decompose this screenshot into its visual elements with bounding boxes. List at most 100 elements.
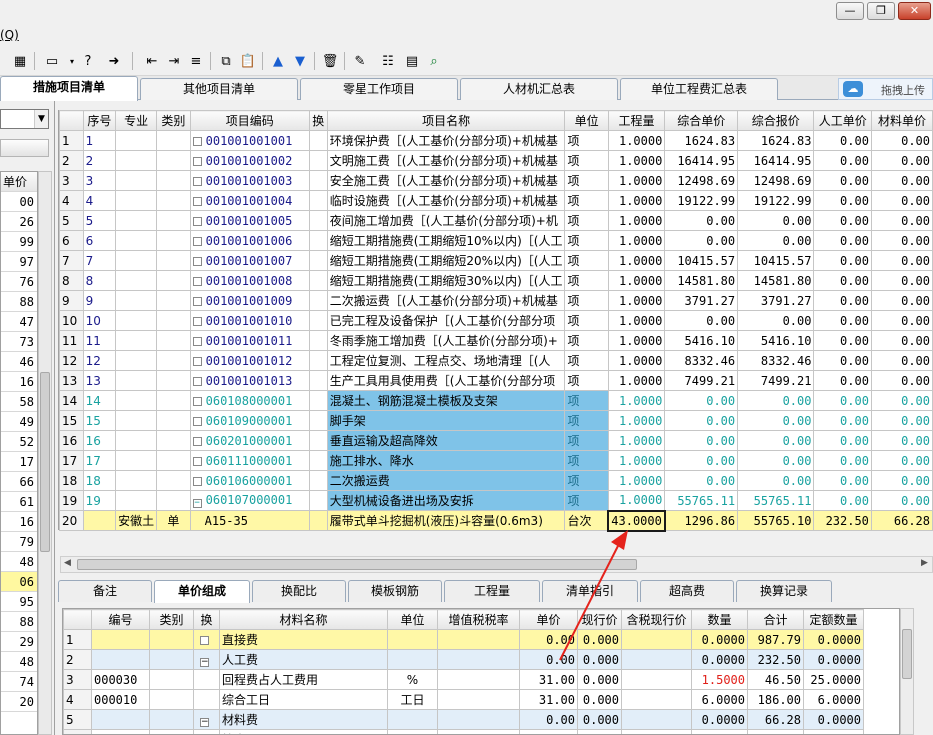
cell-name[interactable]: 缩短工期措施费(工期缩短20%以内)［(人工	[326, 250, 566, 271]
edit-pencil-icon[interactable]: ✎	[350, 51, 370, 71]
bottom-col-header[interactable]: 换	[193, 609, 220, 630]
cell-price[interactable]: 55765.11	[664, 490, 739, 511]
cell-seq[interactable]: 8	[82, 270, 117, 291]
cell-total[interactable]: 0.00	[737, 310, 815, 331]
cell-unit[interactable]: 项	[564, 410, 609, 431]
cell-price[interactable]: 3791.27	[664, 290, 739, 311]
left-grid-cell[interactable]: 88	[1, 292, 37, 312]
bottom-cell-rate[interactable]: 0.8547	[437, 729, 520, 734]
table-row[interactable]: 19 19−060107000001 大型机械设备进出场及安拆项 1.0000 5576…	[59, 490, 933, 511]
cell-price[interactable]: 0.00	[664, 230, 739, 251]
bottom-cell-taxcur[interactable]	[621, 689, 692, 710]
calculator-icon[interactable]: ▦	[10, 51, 30, 71]
bottom-cell-qty[interactable]: 0.0000	[691, 649, 748, 670]
cell-unit[interactable]: 项	[564, 250, 609, 271]
bottom-cell-swap[interactable]: −	[193, 649, 220, 670]
cell-cat[interactable]	[156, 310, 191, 331]
col-header[interactable]: 序号	[82, 110, 117, 131]
left-grid-cell[interactable]: 26	[1, 212, 37, 232]
cell-code[interactable]: 001001001007	[189, 250, 310, 271]
checkbox[interactable]	[192, 216, 202, 226]
cell-mat[interactable]: 0.00	[870, 450, 933, 471]
cell-name[interactable]: 冬雨季施工增加费［(人工基价(分部分项)+	[326, 330, 566, 351]
cell-price[interactable]: 12498.69	[664, 170, 739, 191]
bottom-cell-code[interactable]: 100715	[91, 729, 150, 734]
bottom-cell-cur[interactable]: 0.000	[577, 709, 622, 730]
cell-unit[interactable]: 项	[564, 190, 609, 211]
table-row[interactable]: 1 1 001001001001 环境保护费［(人工基价(分部分项)+机械基项 1.00…	[59, 130, 933, 151]
cell-name[interactable]: 施工排水、降水	[326, 450, 566, 471]
cell-swap[interactable]	[308, 250, 328, 271]
cell-mat[interactable]: 0.00	[870, 410, 933, 431]
cell-qty[interactable]: 1.0000	[607, 470, 666, 491]
cell-seq[interactable]: 10	[82, 310, 117, 331]
cell-unit[interactable]: 项	[564, 310, 609, 331]
cell-price[interactable]: 16414.95	[664, 150, 739, 171]
cell-labor[interactable]: 0.00	[813, 270, 872, 291]
cell-name[interactable]: 二次搬运费［(人工基价(分部分项)+机械基	[326, 290, 566, 311]
cell-labor[interactable]: 0.00	[813, 430, 872, 451]
cell-cat[interactable]	[156, 170, 191, 191]
cell-price[interactable]: 0.00	[664, 390, 739, 411]
tab-unit-price-composition[interactable]: 单价组成	[154, 580, 250, 603]
cell-prof[interactable]	[115, 270, 158, 291]
bottom-cell-code[interactable]	[91, 709, 150, 730]
cell-name[interactable]: 生产工具用具使用费［(人工基价(分部分项	[326, 370, 566, 391]
bottom-cell-sum[interactable]: 37.61	[747, 729, 804, 734]
monitor-icon[interactable]: ▭	[42, 51, 62, 71]
cell-swap[interactable]	[308, 370, 328, 391]
cell-cat[interactable]	[156, 430, 191, 451]
minimize-button[interactable]: —	[836, 2, 864, 20]
cell-code[interactable]: −060107000001	[189, 490, 310, 511]
bottom-cell-cur[interactable]: 0.000	[577, 629, 622, 650]
cell-labor[interactable]: 0.00	[813, 250, 872, 271]
cell-labor[interactable]: 0.00	[813, 490, 872, 511]
bottom-cell-sum[interactable]: 987.79	[747, 629, 804, 650]
cell-labor[interactable]: 0.00	[813, 330, 872, 351]
cell-unit[interactable]: 项	[564, 330, 609, 351]
forward-icon[interactable]: ➜	[104, 51, 124, 71]
cell-name[interactable]: 环境保护费［(人工基价(分部分项)+机械基	[326, 130, 566, 151]
cell-qty[interactable]: 1.0000	[607, 230, 666, 251]
bottom-cell-cat[interactable]	[149, 729, 194, 734]
cell-prof[interactable]	[115, 310, 158, 331]
tab-formwork-rebar[interactable]: 模板钢筋	[348, 580, 442, 602]
bottom-cell-swap[interactable]	[193, 729, 220, 734]
tab-list-guide[interactable]: 清单指引	[542, 580, 638, 602]
cell-code[interactable]: 060106000001	[189, 470, 310, 491]
cell-cat[interactable]: 单	[156, 510, 191, 531]
checkbox[interactable]	[192, 256, 202, 266]
cell-qty[interactable]: 1.0000	[607, 390, 666, 411]
cell-mat[interactable]: 0.00	[870, 250, 933, 271]
table-row[interactable]: 17 17 060111000001 施工排水、降水项 1.0000 0.00 0.00 0.…	[59, 450, 933, 471]
table-row[interactable]: 14 14 060108000001 混凝土、钢筋混凝土模板及支架项 1.0000 0.0…	[59, 390, 933, 411]
col-header[interactable]: 材料单价	[870, 110, 933, 131]
cell-qty[interactable]: 1.0000	[607, 210, 666, 231]
left-grid-cell[interactable]: 97	[1, 252, 37, 272]
cell-code[interactable]: 001001001013	[189, 370, 310, 391]
chevron-down-icon[interactable]: ▼	[34, 110, 48, 128]
cell-swap[interactable]	[308, 230, 328, 251]
left-grid-cell[interactable]: 88	[1, 612, 37, 632]
bottom-cell-name[interactable]: 枕木	[219, 729, 388, 734]
bottom-cell-code[interactable]	[91, 649, 150, 670]
bottom-cell-rate[interactable]	[437, 629, 520, 650]
checkbox[interactable]	[192, 316, 202, 326]
cell-unit[interactable]: 项	[564, 230, 609, 251]
bottom-cell-qty[interactable]: 6.0000	[691, 689, 748, 710]
cell-unit[interactable]: 项	[564, 490, 609, 511]
bottom-cell-unit[interactable]	[387, 629, 438, 650]
cell-code[interactable]: 001001001011	[189, 330, 310, 351]
cell-price[interactable]: 0.00	[664, 410, 739, 431]
cell-unit[interactable]: 项	[564, 130, 609, 151]
col-header[interactable]: 项目名称	[326, 110, 566, 131]
cell-code[interactable]: 001001001004	[189, 190, 310, 211]
left-grid-cell[interactable]: 58	[1, 392, 37, 412]
tab-height-fee[interactable]: 超高费	[640, 580, 734, 602]
left-grid-cell[interactable]: 06	[1, 572, 37, 592]
cell-total[interactable]: 0.00	[737, 390, 815, 411]
cell-qty[interactable]: 43.0000	[607, 509, 666, 532]
cell-seq[interactable]: 12	[82, 350, 117, 371]
bottom-col-header[interactable]: 定额数量	[803, 609, 864, 630]
table-row[interactable]: 20 安徽土单 A15-35 履带式单斗挖掘机(液压)斗容量(0.6m3) 台次 43.0…	[59, 509, 933, 532]
